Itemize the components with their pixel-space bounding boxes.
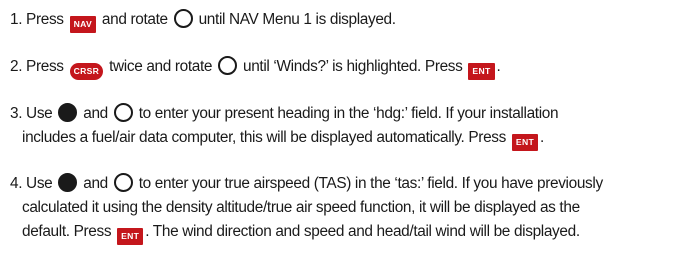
outer-knob-icon xyxy=(113,173,133,192)
step-4-line-3: default. Press ENT. The wind direction a… xyxy=(10,220,694,245)
outer-knob-icon xyxy=(218,56,238,75)
step-1-line-1: 1. Press NAV and rotate until NAV Menu 1… xyxy=(10,8,694,33)
nav-key-icon: NAV xyxy=(69,16,96,33)
step-3-line-2: includes a fuel/air data computer, this … xyxy=(10,126,694,151)
inner-knob-icon xyxy=(58,103,78,122)
instructions-page: 1. Press NAV and rotate until NAV Menu 1… xyxy=(0,0,698,261)
outer-knob-icon xyxy=(113,103,133,122)
outer-knob-icon xyxy=(173,9,193,28)
step-4-line-2: calculated it using the density altitude… xyxy=(22,199,580,216)
ent-key-icon: ENT xyxy=(468,63,495,80)
ent-key-icon: ENT xyxy=(117,228,144,245)
step-1: 1. Press NAV and rotate until NAV Menu 1… xyxy=(10,8,694,33)
step-2-line-1: 2. Press CRSR twice and rotate until ‘Wi… xyxy=(10,55,694,80)
step-3-line-1: 3. Use and to enter your present heading… xyxy=(10,103,559,122)
ent-key-icon: ENT xyxy=(511,134,538,151)
step-3: 3. Use and to enter your present heading… xyxy=(10,102,694,151)
step-2: 2. Press CRSR twice and rotate until ‘Wi… xyxy=(10,55,694,80)
crsr-key-icon: CRSR xyxy=(69,63,104,80)
inner-knob-icon xyxy=(58,173,78,192)
step-4-line-1: 4. Use and to enter your true airspeed (… xyxy=(10,173,603,192)
step-4: 4. Use and to enter your true airspeed (… xyxy=(10,172,694,245)
